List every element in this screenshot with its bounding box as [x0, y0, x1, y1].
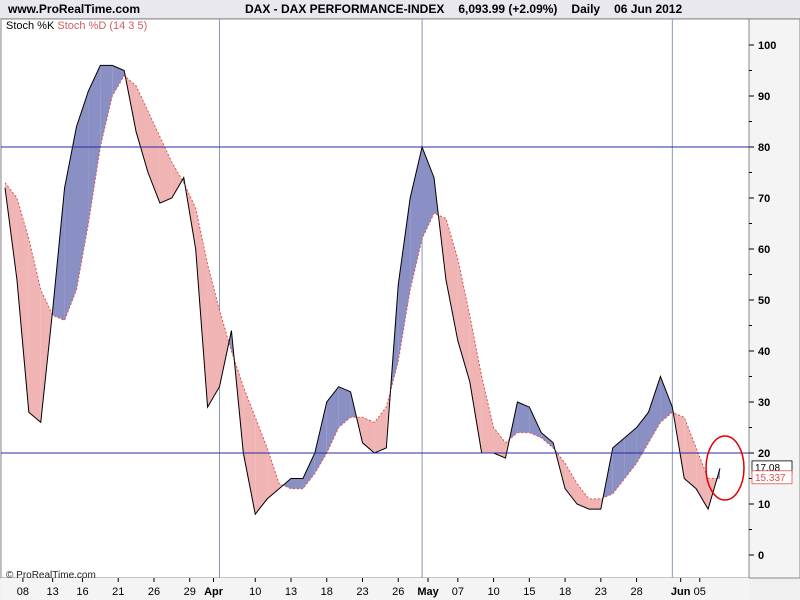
- x-tick-label: 16: [76, 586, 88, 598]
- x-tick-label: 13: [47, 586, 59, 598]
- x-tick-label: 10: [249, 586, 261, 598]
- legend-d-label: Stoch %D (14 3 5): [57, 20, 148, 32]
- x-tick-label: 10: [487, 586, 499, 598]
- legend-k-label: Stoch %K: [6, 20, 55, 32]
- y-tick-label: 40: [758, 346, 770, 358]
- fill-d-above-k: [588, 498, 601, 510]
- x-tick-label: 18: [321, 586, 333, 598]
- y-tick-label: 50: [758, 295, 770, 307]
- y-tick-label: 80: [758, 142, 770, 154]
- plot-area: [0, 18, 750, 579]
- x-tick-label: 13: [285, 586, 297, 598]
- y-tick-label: 30: [758, 397, 770, 409]
- x-tick-label: 21: [112, 586, 124, 598]
- y-axis-panel: [748, 18, 800, 579]
- x-tick-label: Jun: [671, 586, 691, 598]
- x-tick-label: 23: [595, 586, 607, 598]
- y-tick-label: 90: [758, 91, 770, 103]
- x-tick-label: 23: [356, 586, 368, 598]
- x-tick-label: 28: [630, 586, 642, 598]
- x-tick-label: May: [417, 586, 439, 598]
- y-tick-label: 60: [758, 244, 770, 256]
- copyright: © ProRealTime.com: [6, 570, 96, 581]
- last-d-value: 15.337: [755, 473, 786, 484]
- x-tick-label: 07: [452, 586, 464, 598]
- x-tick-label: 05: [694, 586, 706, 598]
- x-tick-label: 26: [148, 586, 160, 598]
- y-tick-label: 20: [758, 448, 770, 460]
- x-tick-label: 08: [17, 586, 29, 598]
- x-tick-label: 26: [392, 586, 404, 598]
- x-tick-label: 18: [559, 586, 571, 598]
- x-tick-label: 29: [184, 586, 196, 598]
- y-tick-label: 0: [758, 550, 764, 562]
- y-tick-label: 70: [758, 193, 770, 205]
- y-tick-label: 10: [758, 499, 770, 511]
- legend: Stoch %K Stoch %D (14 3 5): [6, 20, 147, 32]
- x-tick-label: 15: [523, 586, 535, 598]
- stochastic-chart[interactable]: 0 10 20 30 40 50 60 70 80 90 100 08 13 16 21 26 29 Apr 10…: [0, 0, 800, 600]
- y-tick-label: 100: [758, 40, 776, 52]
- x-tick-label: Apr: [204, 586, 224, 598]
- fill-k-above-d: [291, 478, 303, 489]
